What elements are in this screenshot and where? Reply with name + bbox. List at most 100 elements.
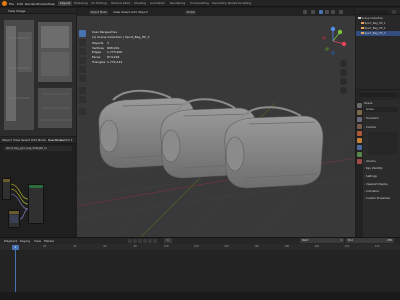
panel-transform[interactable]: Transform <box>364 116 399 121</box>
measure-tool-icon[interactable] <box>79 96 86 103</box>
transform-tool-icon[interactable] <box>79 75 86 82</box>
cursor-tool-icon[interactable] <box>79 39 86 46</box>
normal-map-node[interactable] <box>8 210 20 228</box>
timeline[interactable] <box>0 244 400 292</box>
menu-edit[interactable]: Edit <box>17 2 23 6</box>
vp-menu-view[interactable]: View <box>113 10 120 14</box>
navigation-gizmo[interactable] <box>318 26 348 56</box>
material-preview-icon[interactable] <box>325 10 329 14</box>
material-tab-icon[interactable] <box>357 159 362 164</box>
axis-x-icon[interactable] <box>341 41 347 47</box>
output-tab-icon[interactable] <box>357 117 362 122</box>
modifier-tab-icon[interactable] <box>357 145 362 150</box>
end-frame-field[interactable]: End 250 <box>346 238 394 243</box>
axis-z-icon[interactable] <box>330 26 336 32</box>
image-editor[interactable] <box>0 8 76 136</box>
timeline-menu-marker[interactable]: Marker <box>44 239 54 243</box>
panel-surface[interactable]: Surface <box>364 125 399 130</box>
panel-settings[interactable]: Settings <box>364 174 399 179</box>
menu-help[interactable]: Help <box>48 2 55 6</box>
tab-uv-editing[interactable]: UV Editing <box>89 1 109 6</box>
scale-tool-icon[interactable] <box>79 66 86 73</box>
move-tool-icon[interactable] <box>79 48 86 55</box>
filter-icon[interactable] <box>392 9 396 14</box>
object-tab-icon[interactable] <box>357 138 362 143</box>
panel-custom-properties[interactable]: Custom Properties <box>364 196 399 201</box>
camera-view-icon[interactable] <box>340 78 347 85</box>
tab-texture-paint[interactable]: Texture Paint <box>109 1 132 6</box>
timeline-menu-playback[interactable]: Playback <box>4 239 17 243</box>
node-editor[interactable]: Sport_bag_gym_bag_tidelight_m <box>0 144 76 237</box>
transform-orientation-dropdown[interactable]: Global <box>185 9 197 15</box>
node-menu-add[interactable]: Add <box>31 138 37 142</box>
properties-search-input[interactable] <box>359 93 397 97</box>
annotate-tool-icon[interactable] <box>79 87 86 94</box>
solid-shading-icon[interactable] <box>319 10 323 14</box>
render-tab-icon[interactable] <box>357 110 362 115</box>
menu-file[interactable]: File <box>9 2 14 6</box>
add-cube-tool-icon[interactable] <box>79 108 86 115</box>
play-reverse-icon[interactable] <box>138 238 142 243</box>
zoom-icon[interactable] <box>340 60 347 67</box>
jump-end-icon[interactable] <box>153 238 157 243</box>
overlays-icon[interactable] <box>303 10 307 14</box>
axis-y-icon[interactable] <box>337 29 343 35</box>
vp-menu-select[interactable]: Select <box>121 10 130 14</box>
blender-logo-icon[interactable] <box>2 1 7 6</box>
tab-compositing[interactable]: Compositing <box>188 1 211 6</box>
panel-volume[interactable]: Volume <box>364 159 399 164</box>
menu-window[interactable]: Window <box>36 2 48 6</box>
tab-animation[interactable]: Animation <box>148 1 167 6</box>
perspective-toggle-icon[interactable] <box>340 87 347 94</box>
tab-geometry-nodes[interactable]: Geometry Nodes <box>210 1 239 6</box>
outliner-item-3[interactable]: Sport_Bag_HP_3 <box>356 31 400 36</box>
timeline-menu-view[interactable]: View <box>34 239 41 243</box>
properties-object-field[interactable]: Scene <box>364 107 398 112</box>
node-menu-node[interactable]: Node <box>38 138 46 142</box>
image-texture-node[interactable] <box>2 178 11 200</box>
tab-scripting[interactable]: Scripting <box>236 1 253 6</box>
panel-ray-visibility[interactable]: Ray Visibility <box>364 166 399 171</box>
scene-tab-icon[interactable] <box>357 124 362 129</box>
xray-icon[interactable] <box>311 10 315 14</box>
select-box-tool-icon[interactable] <box>79 30 86 37</box>
rendered-shading-icon[interactable] <box>331 10 335 14</box>
prev-keyframe-icon[interactable] <box>133 238 137 243</box>
mode-dropdown[interactable]: Object Mode <box>89 9 109 15</box>
jump-start-icon[interactable] <box>128 238 132 243</box>
slot-dropdown[interactable]: Slot 1 <box>64 138 73 142</box>
tab-rendering[interactable]: Rendering <box>168 1 187 6</box>
principled-bsdf-node[interactable] <box>28 184 44 224</box>
play-icon[interactable] <box>143 238 147 243</box>
tab-modeling[interactable]: Modeling <box>72 1 90 6</box>
current-frame-field[interactable]: 1 <box>164 238 172 243</box>
panel-viewport-display[interactable]: Viewport Display <box>364 182 399 187</box>
menu-render[interactable]: Render <box>25 2 36 6</box>
tab-shading[interactable]: Shading <box>132 1 148 6</box>
properties-tabs <box>356 100 363 237</box>
node-menu-view[interactable]: View <box>13 138 20 142</box>
start-frame-field[interactable]: Start 1 <box>300 238 344 243</box>
vp-menu-add[interactable]: Add <box>131 10 137 14</box>
outliner-search-input[interactable] <box>359 9 389 14</box>
use-nodes-toggle[interactable]: Use Nodes <box>48 138 64 142</box>
timeline-ruler[interactable]: 020406080100120140160180200220240 <box>0 244 400 250</box>
playhead-line[interactable] <box>15 250 16 292</box>
vp-menu-object[interactable]: Object <box>138 10 148 14</box>
image-menu-image[interactable]: Image <box>16 9 25 13</box>
node-menu-select[interactable]: Select <box>21 138 30 142</box>
timeline-menu-keying[interactable]: Keying <box>20 239 30 243</box>
next-keyframe-icon[interactable] <box>148 238 152 243</box>
pan-hand-icon[interactable] <box>340 69 347 76</box>
node-object-menu[interactable]: Object <box>2 138 12 142</box>
playhead-frame-label[interactable]: 1 <box>12 244 19 250</box>
rotate-tool-icon[interactable] <box>79 57 86 64</box>
shading-options-icon[interactable] <box>339 10 343 14</box>
tab-layout[interactable]: Layout <box>58 1 73 6</box>
tool-tab-icon[interactable] <box>357 103 362 108</box>
panel-animation[interactable]: Animation <box>364 189 399 194</box>
outliner[interactable]: Scene Collection Sport_Bag_HP_1 Sport_Ba… <box>356 15 400 89</box>
image-menu-view[interactable]: View <box>8 9 15 13</box>
world-tab-icon[interactable] <box>357 131 362 136</box>
data-tab-icon[interactable] <box>357 152 362 157</box>
